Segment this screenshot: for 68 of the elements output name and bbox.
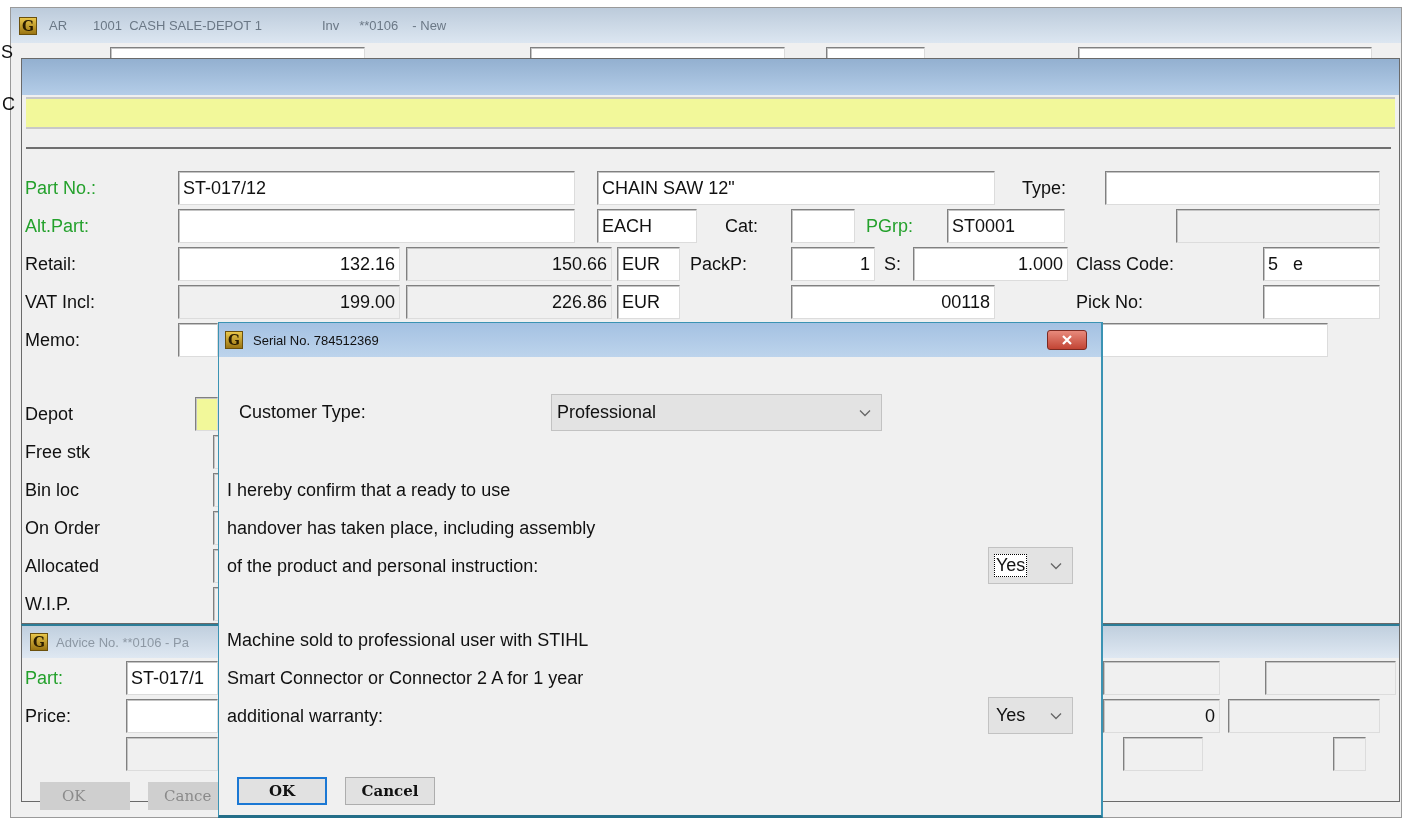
field-label: Bin loc xyxy=(25,479,80,501)
input-field[interactable] xyxy=(1105,171,1380,205)
close-icon xyxy=(1061,335,1073,345)
field-label: Allocated xyxy=(25,555,100,577)
input-field[interactable]: EUR xyxy=(617,285,680,319)
field-label: S: xyxy=(884,253,901,275)
field-label: Pick No: xyxy=(1076,291,1144,313)
field-label: On Order xyxy=(25,517,101,539)
chevron-down-icon xyxy=(1050,711,1062,720)
cancel-button[interactable]: Cancel xyxy=(345,777,435,805)
input-field[interactable]: ST-017/12 xyxy=(178,171,575,205)
input-field[interactable] xyxy=(126,699,218,733)
field-label: W.I.P. xyxy=(25,593,71,615)
input-field[interactable] xyxy=(791,209,855,243)
input-field[interactable]: 1.000 xyxy=(913,247,1068,281)
field-label: Class Code: xyxy=(1076,253,1175,275)
field-label: Cat: xyxy=(725,215,758,237)
field-label: C xyxy=(2,93,15,115)
input-field[interactable]: EUR xyxy=(617,247,680,281)
app-logo: G xyxy=(30,633,48,651)
window-title: Advice No. **0106 - Pa xyxy=(56,634,189,650)
field-label: S xyxy=(1,42,13,63)
input-field[interactable] xyxy=(1263,285,1380,319)
input-field[interactable]: ST-017/1 xyxy=(126,661,218,695)
app-logo: G xyxy=(19,16,37,35)
question-text: Machine sold to professional user with STIHL Smart Connector or Connector 2 A for 1 year additional warranty: xyxy=(227,629,589,728)
dropdown-value: Yes xyxy=(995,704,1027,727)
field-label: Free stk xyxy=(25,441,90,463)
input-field[interactable]: ST0001 xyxy=(947,209,1065,243)
close-button[interactable] xyxy=(1047,330,1087,350)
field-label: VAT Incl: xyxy=(25,291,96,313)
ok-button[interactable]: OK xyxy=(237,777,327,805)
input-field[interactable]: CHAIN SAW 12" xyxy=(597,171,995,205)
input-field[interactable]: 00118 xyxy=(791,285,995,319)
field-label: Memo: xyxy=(25,329,80,351)
question-text: I hereby confirm that a ready to use handover has taken place, including assembly of the product and personal instruction: xyxy=(227,479,596,578)
app-logo: G xyxy=(225,331,243,349)
input-field[interactable]: 1 xyxy=(791,247,875,281)
customer-type-dropdown[interactable]: Professional xyxy=(551,394,882,431)
field-label: Part No.: xyxy=(25,177,97,199)
field-label: Type: xyxy=(1022,177,1067,199)
field-label: Depot xyxy=(25,403,74,425)
input-field[interactable] xyxy=(195,397,218,431)
dropdown-value: Professional xyxy=(557,402,657,423)
dropdown-value: Yes xyxy=(994,554,1028,577)
input-field[interactable] xyxy=(178,209,575,243)
chevron-down-icon xyxy=(859,408,871,417)
input-field[interactable]: 132.16 xyxy=(178,247,400,281)
field-label: PackP: xyxy=(690,253,748,275)
answer-dropdown[interactable]: Yes xyxy=(988,547,1073,584)
field-label: Customer Type: xyxy=(239,402,367,423)
window-title: Inv xyxy=(321,18,340,33)
input-field[interactable]: 5 e xyxy=(1263,247,1380,281)
input-field[interactable]: EACH xyxy=(597,209,697,243)
input-field[interactable] xyxy=(1100,323,1328,357)
window-title: - New xyxy=(412,18,447,33)
chevron-down-icon xyxy=(1050,561,1062,570)
field-label: PGrp: xyxy=(866,215,913,237)
answer-dropdown[interactable]: Yes xyxy=(988,697,1073,734)
field-label: Price: xyxy=(25,705,71,727)
window-title: 1001 CASH SALE-DEPOT 1 xyxy=(93,18,262,33)
window-title: AR xyxy=(49,18,68,33)
window-title: **0106 xyxy=(359,18,399,33)
field-label: Alt.Part: xyxy=(25,215,90,237)
field-label: Part: xyxy=(25,667,63,689)
dialog-title: Serial No. 784512369 xyxy=(253,332,379,348)
input-field[interactable] xyxy=(178,323,218,357)
field-label: Retail: xyxy=(25,253,77,275)
